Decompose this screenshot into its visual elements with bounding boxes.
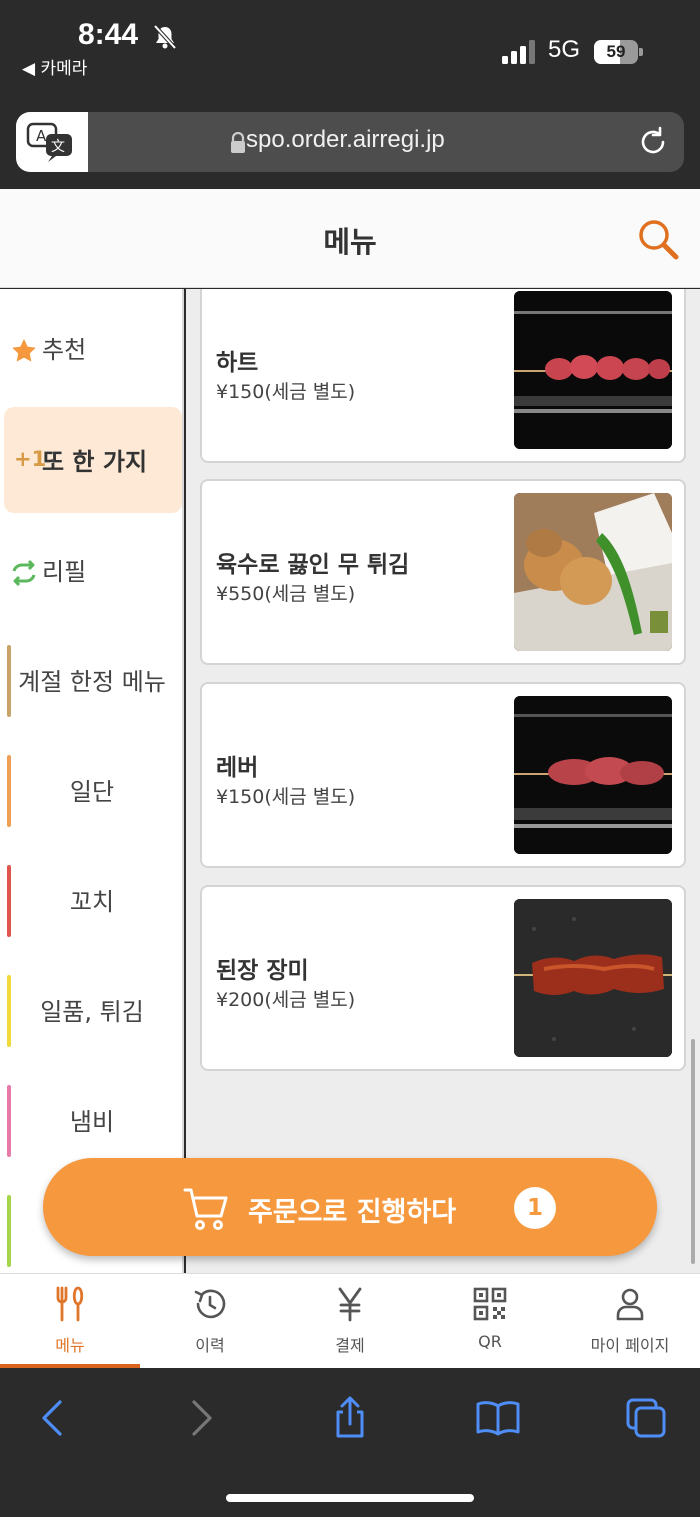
share-icon[interactable] <box>328 1396 372 1440</box>
url-text[interactable]: spo.order.airregi.jp <box>246 126 445 154</box>
lock-icon <box>231 132 245 153</box>
search-icon[interactable] <box>636 217 680 261</box>
person-icon <box>616 1288 644 1321</box>
menu-item-card[interactable]: 된장 장미 ¥200(세금 별도) <box>200 885 686 1071</box>
battery-percent: 59 <box>606 42 626 61</box>
tab-label: 마이 페이지 <box>590 1336 670 1355</box>
qr-icon <box>473 1287 507 1321</box>
tab-menu[interactable]: 메뉴 <box>0 1274 140 1369</box>
proceed-to-order-button[interactable]: 주문으로 진행하다 1 <box>43 1158 657 1256</box>
category-sidebar: 추천 +1 또 한 가지 리필 계절 한정 메뉴 일단 꼬치 일품, 튀김 냄비 <box>0 289 184 1273</box>
tab-label: 메뉴 <box>55 1336 85 1355</box>
tab-label: 결제 <box>335 1336 365 1355</box>
status-time: 8:44 <box>78 18 139 51</box>
tab-label: 이력 <box>195 1336 225 1355</box>
skewer-miso-photo <box>514 899 672 1057</box>
back-icon[interactable] <box>30 1396 74 1440</box>
bell-muted-icon <box>153 24 177 50</box>
proceed-to-order-label: 주문으로 진행하다 <box>248 1197 457 1228</box>
forward-icon[interactable] <box>180 1396 224 1440</box>
browser-toolbar <box>0 1368 700 1517</box>
sidebar-item-label: 추천 <box>42 336 87 364</box>
menu-item-price: ¥200(세금 별도) <box>216 989 356 1011</box>
back-to-app-link[interactable]: ◀ 카메라 <box>22 54 87 79</box>
sidebar-item-skewers[interactable]: 꼬치 <box>0 847 182 957</box>
sidebar-item-seasonal[interactable]: 계절 한정 메뉴 <box>0 627 182 737</box>
menu-item-card[interactable]: 하트 ¥150(세금 별도) <box>200 289 686 463</box>
tab-payment[interactable]: 결제 <box>280 1274 420 1369</box>
battery-icon: 59 <box>594 40 644 64</box>
home-indicator[interactable] <box>226 1494 474 1502</box>
sidebar-item-dishes-fried[interactable]: 일품, 튀김 <box>0 957 182 1067</box>
sidebar-item-recommended[interactable]: 추천 <box>0 295 182 405</box>
app-header: 메뉴 <box>0 189 700 288</box>
menu-item-price: ¥150(세금 별도) <box>216 786 356 808</box>
svg-text:A: A <box>36 127 47 145</box>
skewer-liver-photo <box>514 696 672 854</box>
sidebar-item-one-more[interactable]: +1 또 한 가지 <box>0 399 182 513</box>
cart-count-badge: 1 <box>514 1187 556 1229</box>
sidebar-item-label: 꼬치 <box>69 888 115 916</box>
scrollbar[interactable] <box>691 1039 695 1264</box>
menu-item-card[interactable]: 레버 ¥150(세금 별도) <box>200 682 686 868</box>
translate-icon: A 文 <box>26 122 72 162</box>
sidebar-item-label: 일품, 튀김 <box>40 998 144 1026</box>
bottom-tab-bar: 메뉴 이력 결제 QR 마이 페이지 <box>0 1273 700 1369</box>
menu-item-price: ¥550(세금 별도) <box>216 583 356 605</box>
status-bar: 8:44 ◀ 카메라 5G 59 <box>0 0 700 100</box>
skewer-hearts-photo <box>514 291 672 449</box>
menu-item-name: 육수로 끓인 무 튀김 <box>216 552 410 578</box>
sidebar-item-refill[interactable]: 리필 <box>0 517 182 627</box>
svg-text:文: 文 <box>51 139 65 155</box>
tabs-icon[interactable] <box>624 1396 668 1440</box>
sidebar-item-label: 리필 <box>42 558 87 586</box>
sidebar-item-label: 계절 한정 메뉴 <box>18 668 166 696</box>
menu-item-card[interactable]: 육수로 끓인 무 튀김 ¥550(세금 별도) <box>200 479 686 665</box>
menu-list: 하트 ¥150(세금 별도) 육수로 끓인 무 튀김 ¥550(세금 별도) 레… <box>186 289 700 1273</box>
tab-qr[interactable]: QR <box>420 1274 560 1369</box>
translate-button[interactable]: A 文 <box>16 112 88 172</box>
signal-icon <box>502 40 535 64</box>
menu-item-name: 하트 <box>216 350 259 376</box>
tab-label: QR <box>478 1332 502 1351</box>
sidebar-item-first[interactable]: 일단 <box>0 737 182 847</box>
menu-item-name: 된장 장미 <box>216 958 309 984</box>
page-title: 메뉴 <box>323 225 377 259</box>
bookmarks-icon[interactable] <box>476 1396 520 1440</box>
fried-radish-photo <box>514 493 672 651</box>
address-bar[interactable]: A 文 spo.order.airregi.jp <box>16 112 684 172</box>
reload-icon[interactable] <box>636 125 670 159</box>
network-type: 5G <box>548 36 581 63</box>
menu-item-name: 레버 <box>216 755 259 781</box>
yen-icon <box>338 1287 362 1322</box>
tab-my-page[interactable]: 마이 페이지 <box>560 1274 700 1369</box>
tab-history[interactable]: 이력 <box>140 1274 280 1369</box>
menu-item-price: ¥150(세금 별도) <box>216 381 356 403</box>
history-icon <box>194 1289 226 1319</box>
cart-icon <box>183 1188 228 1230</box>
sidebar-item-label: 일단 <box>69 778 115 806</box>
sidebar-item-label: 또 한 가지 <box>42 448 148 476</box>
fork-knife-icon <box>56 1286 84 1322</box>
